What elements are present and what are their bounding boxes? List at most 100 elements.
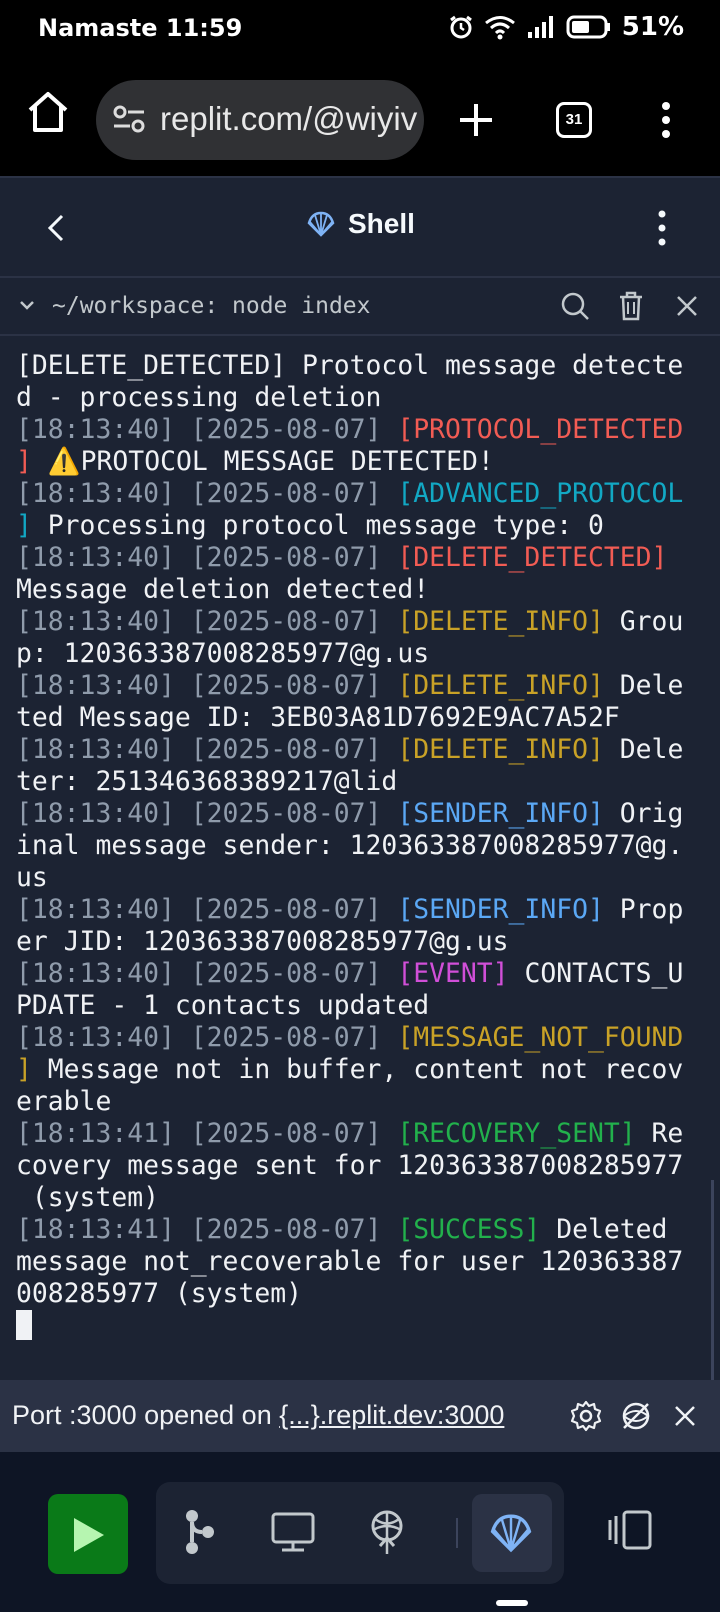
preview-off-icon[interactable] bbox=[620, 1400, 652, 1432]
terminal-text: Dele bbox=[603, 734, 684, 765]
close-icon[interactable] bbox=[672, 1400, 698, 1432]
terminal-text: Message deletion detected! bbox=[16, 574, 430, 605]
signal-icon bbox=[527, 16, 553, 38]
back-arrow-icon[interactable] bbox=[44, 212, 68, 244]
terminal-line: er JID: 120363387008285977@g.us bbox=[16, 926, 706, 958]
terminal-text: Message not in buffer, content not recov bbox=[31, 1054, 684, 1085]
terminal-text: [18:13:40] [2025-08-07] bbox=[16, 734, 398, 765]
terminal-line: message not_recoverable for user 1203633… bbox=[16, 1246, 706, 1278]
terminal-line: [18:13:40] [2025-08-07] [MESSAGE_NOT_FOU… bbox=[16, 1022, 706, 1054]
close-icon[interactable] bbox=[674, 291, 700, 321]
shell-title-group: Shell bbox=[306, 208, 415, 240]
terminal-text: [18:13:41] [2025-08-07] bbox=[16, 1118, 398, 1149]
terminal-line: Message deletion detected! bbox=[16, 574, 706, 606]
terminal-line: d - processing deletion bbox=[16, 382, 706, 414]
gear-icon[interactable] bbox=[570, 1400, 602, 1432]
tabs-icon[interactable]: 31 bbox=[556, 102, 592, 138]
terminal-text: ] bbox=[16, 1054, 32, 1085]
site-settings-icon[interactable] bbox=[112, 104, 146, 134]
port-message-prefix: Port :3000 opened on bbox=[12, 1400, 280, 1430]
status-time: Namaste 11:59 bbox=[38, 14, 243, 42]
terminal-tab-bar: ~/workspace: node index bbox=[0, 278, 720, 336]
port-notification: Port :3000 opened on {...}.replit.dev:30… bbox=[0, 1380, 720, 1452]
terminal-line: [18:13:41] [2025-08-07] [SUCCESS] Delete… bbox=[16, 1214, 706, 1246]
url-text: replit.com/@wiyiv bbox=[160, 100, 418, 137]
panel-icon[interactable] bbox=[606, 1508, 654, 1552]
terminal-text: Processing protocol message type: 0 bbox=[31, 510, 604, 541]
shell-icon bbox=[490, 1514, 532, 1553]
terminal-text: [18:13:40] [2025-08-07] bbox=[16, 670, 398, 701]
terminal-line: ted Message ID: 3EB03A81D7692E9AC7A52F bbox=[16, 702, 706, 734]
terminal-text: ted Message ID: 3EB03A81D7692E9AC7A52F bbox=[16, 702, 620, 733]
terminal-text: [EVENT] bbox=[397, 958, 509, 989]
more-vertical-icon[interactable] bbox=[660, 100, 672, 140]
terminal-text: ] bbox=[16, 510, 32, 541]
terminal-text: [SENDER_INFO] bbox=[397, 798, 604, 829]
terminal-text: p: 120363387008285977@g.us bbox=[16, 638, 430, 669]
git-icon[interactable] bbox=[182, 1508, 218, 1556]
terminal-text: [18:13:40] [2025-08-07] bbox=[16, 958, 398, 989]
terminal-text: [DELETE_INFO] bbox=[397, 670, 604, 701]
terminal-line: [18:13:40] [2025-08-07] [SENDER_INFO] Pr… bbox=[16, 894, 706, 926]
terminal-text: Deleted bbox=[540, 1214, 668, 1245]
port-message: Port :3000 opened on {...}.replit.dev:30… bbox=[12, 1400, 504, 1431]
terminal-text: PDATE - 1 contacts updated bbox=[16, 990, 430, 1021]
terminal-lines: [DELETE_DETECTED] Protocol message detec… bbox=[16, 350, 706, 1342]
terminal-output[interactable]: [DELETE_DETECTED] Protocol message detec… bbox=[0, 336, 720, 1380]
terminal-cursor bbox=[16, 1310, 32, 1340]
terminal-path: ~/workspace: node index bbox=[52, 293, 371, 319]
terminal-line: ter: 251346368389217@lid bbox=[16, 766, 706, 798]
terminal-text: [SENDER_INFO] bbox=[397, 894, 604, 925]
terminal-text: [ADVANCED_PROTOCOL bbox=[397, 478, 684, 509]
terminal-text: ⚠️PROTOCOL MESSAGE DETECTED! bbox=[31, 446, 494, 477]
chevron-down-icon[interactable] bbox=[18, 298, 36, 312]
terminal-text: d - processing deletion bbox=[16, 382, 382, 413]
home-icon[interactable] bbox=[26, 90, 70, 134]
terminal-text: [18:13:40] [2025-08-07] bbox=[16, 1022, 398, 1053]
terminal-text: er JID: 120363387008285977@g.us bbox=[16, 926, 509, 957]
terminal-line: [18:13:40] [2025-08-07] [ADVANCED_PROTOC… bbox=[16, 478, 706, 510]
terminal-line: ] Message not in buffer, content not rec… bbox=[16, 1054, 706, 1086]
run-button[interactable] bbox=[48, 1494, 128, 1574]
url-bar[interactable]: replit.com/@wiyiv bbox=[96, 80, 424, 160]
dev-url-link[interactable]: {...}.replit.dev:3000 bbox=[279, 1400, 504, 1430]
status-icons: 51% bbox=[448, 12, 684, 42]
terminal-text: [RECOVERY_SENT] bbox=[397, 1118, 636, 1149]
battery-icon bbox=[566, 15, 610, 39]
plus-icon[interactable] bbox=[456, 100, 496, 140]
terminal-text: [DELETE_DETECTED] Protocol message detec… bbox=[16, 350, 684, 381]
wifi-icon bbox=[484, 16, 515, 40]
terminal-text: message not_recoverable for user 1203633… bbox=[16, 1246, 684, 1277]
terminal-text: (system) bbox=[16, 1182, 159, 1213]
terminal-text: [18:13:40] [2025-08-07] bbox=[16, 894, 398, 925]
monitor-icon[interactable] bbox=[270, 1508, 316, 1556]
home-indicator bbox=[496, 1600, 528, 1606]
search-icon[interactable] bbox=[560, 291, 590, 321]
terminal-text: [18:13:40] [2025-08-07] bbox=[16, 542, 398, 573]
terminal-text: Prop bbox=[603, 894, 684, 925]
terminal-text: erable bbox=[16, 1086, 112, 1117]
battery-percent: 51% bbox=[621, 12, 684, 42]
trash-icon[interactable] bbox=[617, 291, 645, 321]
bottom-toolbar bbox=[0, 1452, 720, 1612]
terminal-line: ] ⚠️PROTOCOL MESSAGE DETECTED! bbox=[16, 446, 706, 478]
terminal-text: inal message sender: 120363387008285977@… bbox=[16, 830, 684, 861]
shell-header: Shell bbox=[0, 176, 720, 278]
page-title: Shell bbox=[348, 208, 415, 239]
terminal-line: [18:13:40] [2025-08-07] [DELETE_INFO] De… bbox=[16, 670, 706, 702]
terminal-text: [18:13:40] [2025-08-07] bbox=[16, 414, 398, 445]
terminal-text: ter: 251346368389217@lid bbox=[16, 766, 398, 797]
terminal-line: ] Processing protocol message type: 0 bbox=[16, 510, 706, 542]
tab-shell[interactable] bbox=[472, 1494, 552, 1572]
terminal-text: [18:13:40] [2025-08-07] bbox=[16, 798, 398, 829]
more-vertical-icon[interactable] bbox=[656, 208, 668, 248]
terminal-line: PDATE - 1 contacts updated bbox=[16, 990, 706, 1022]
deployments-icon[interactable] bbox=[366, 1508, 408, 1556]
run-icon bbox=[74, 1518, 104, 1552]
terminal-line: [18:13:40] [2025-08-07] [SENDER_INFO] Or… bbox=[16, 798, 706, 830]
terminal-scrollbar[interactable] bbox=[711, 1180, 714, 1380]
browser-toolbar: replit.com/@wiyiv 31 bbox=[0, 56, 720, 176]
shell-icon bbox=[307, 211, 335, 237]
terminal-text: [MESSAGE_NOT_FOUND bbox=[397, 1022, 684, 1053]
tool-tabs bbox=[156, 1482, 564, 1584]
